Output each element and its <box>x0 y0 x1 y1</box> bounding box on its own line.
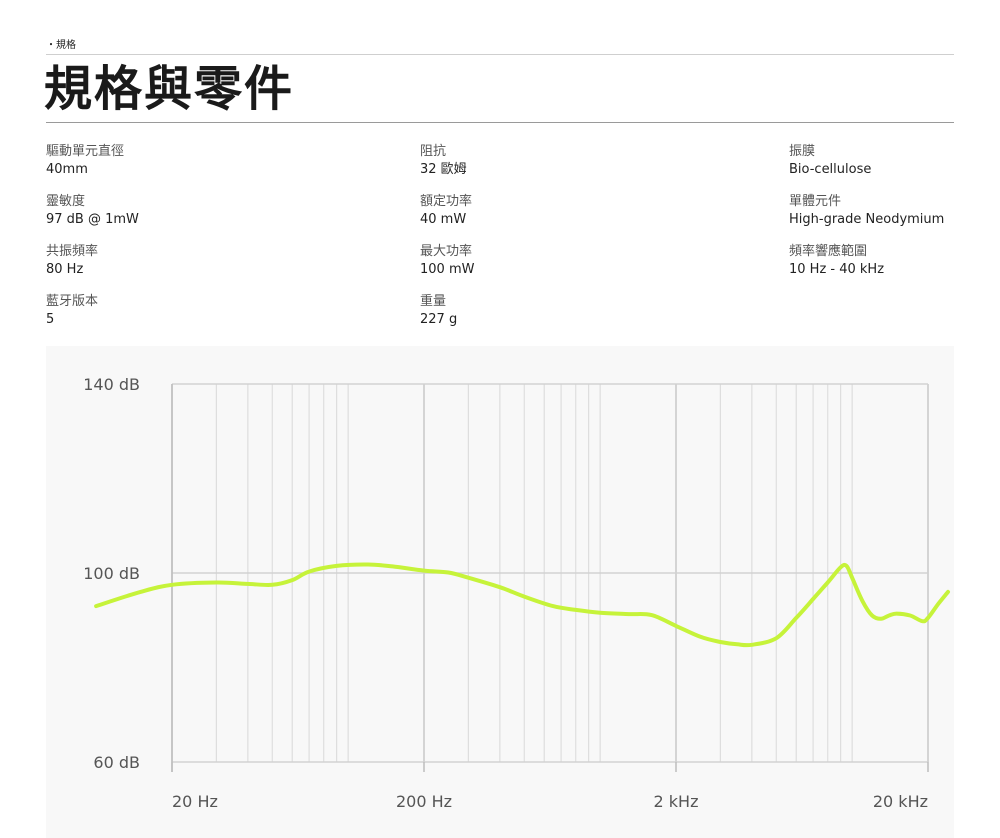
x-tick-label: 200 Hz <box>396 792 452 811</box>
top-divider <box>46 54 954 55</box>
spec-label: 共振頻率 <box>46 244 99 259</box>
breadcrumb[interactable]: ・規格 <box>46 36 76 51</box>
frequency-response-chart: 140 dB 100 dB 60 dB 20 Hz 200 Hz 2 kHz 20 kHz <box>46 346 954 838</box>
spec-label: 驅動單元直徑 <box>46 144 125 159</box>
spec-item: 單體元件 High-grade Neodymium <box>789 194 944 244</box>
spec-value: Bio-cellulose <box>789 162 872 177</box>
spec-value: 5 <box>46 312 55 327</box>
spec-column-2: 阻抗 32 歐姆 額定功率 40 mW 最大功率 100 mW 重量 227 g <box>420 144 474 344</box>
spec-item: 最大功率 100 mW <box>420 244 474 294</box>
spec-value: 80 Hz <box>46 262 84 277</box>
spec-item: 重量 227 g <box>420 294 474 344</box>
y-tick-label: 140 dB <box>83 375 140 394</box>
spec-value: High-grade Neodymium <box>789 212 945 227</box>
spec-item: 阻抗 32 歐姆 <box>420 144 474 194</box>
spec-value: 40 mW <box>420 212 467 227</box>
spec-value: 227 g <box>420 312 458 327</box>
spec-label: 最大功率 <box>420 244 473 259</box>
spec-label: 振膜 <box>789 144 816 159</box>
spec-value: 97 dB @ 1mW <box>46 212 139 227</box>
x-tick-label: 20 kHz <box>873 792 928 811</box>
x-tick-label: 20 Hz <box>172 792 218 811</box>
title-divider <box>46 122 954 123</box>
page-title: 規格與零件 <box>44 61 295 117</box>
frequency-response-svg: 140 dB 100 dB 60 dB 20 Hz 200 Hz 2 kHz 20 kHz <box>83 375 950 811</box>
x-tick-label: 2 kHz <box>654 792 699 811</box>
y-tick-label: 60 dB <box>93 753 140 772</box>
y-tick-label: 100 dB <box>83 564 140 583</box>
spec-label: 藍牙版本 <box>46 294 99 309</box>
response-curve <box>94 562 950 648</box>
spec-value: 100 mW <box>420 262 475 277</box>
spec-label: 阻抗 <box>420 144 447 159</box>
spec-value: 40mm <box>46 162 88 177</box>
spec-label: 頻率響應範圍 <box>789 244 868 259</box>
spec-column-3: 振膜 Bio-cellulose 單體元件 High-grade Neodymi… <box>789 144 944 294</box>
spec-label: 單體元件 <box>789 194 842 209</box>
spec-item: 振膜 Bio-cellulose <box>789 144 944 194</box>
spec-item: 頻率響應範圍 10 Hz - 40 kHz <box>789 244 944 294</box>
spec-value: 32 歐姆 <box>420 162 467 177</box>
spec-label: 額定功率 <box>420 194 473 209</box>
spec-item: 驅動單元直徑 40mm <box>46 144 139 194</box>
spec-label: 重量 <box>420 294 447 309</box>
spec-value: 10 Hz - 40 kHz <box>789 262 885 277</box>
spec-column-1: 驅動單元直徑 40mm 靈敏度 97 dB @ 1mW 共振頻率 80 Hz 藍… <box>46 144 139 344</box>
spec-item: 共振頻率 80 Hz <box>46 244 139 294</box>
spec-item: 額定功率 40 mW <box>420 194 474 244</box>
spec-label: 靈敏度 <box>46 194 86 209</box>
spec-item: 藍牙版本 5 <box>46 294 139 344</box>
spec-item: 靈敏度 97 dB @ 1mW <box>46 194 139 244</box>
